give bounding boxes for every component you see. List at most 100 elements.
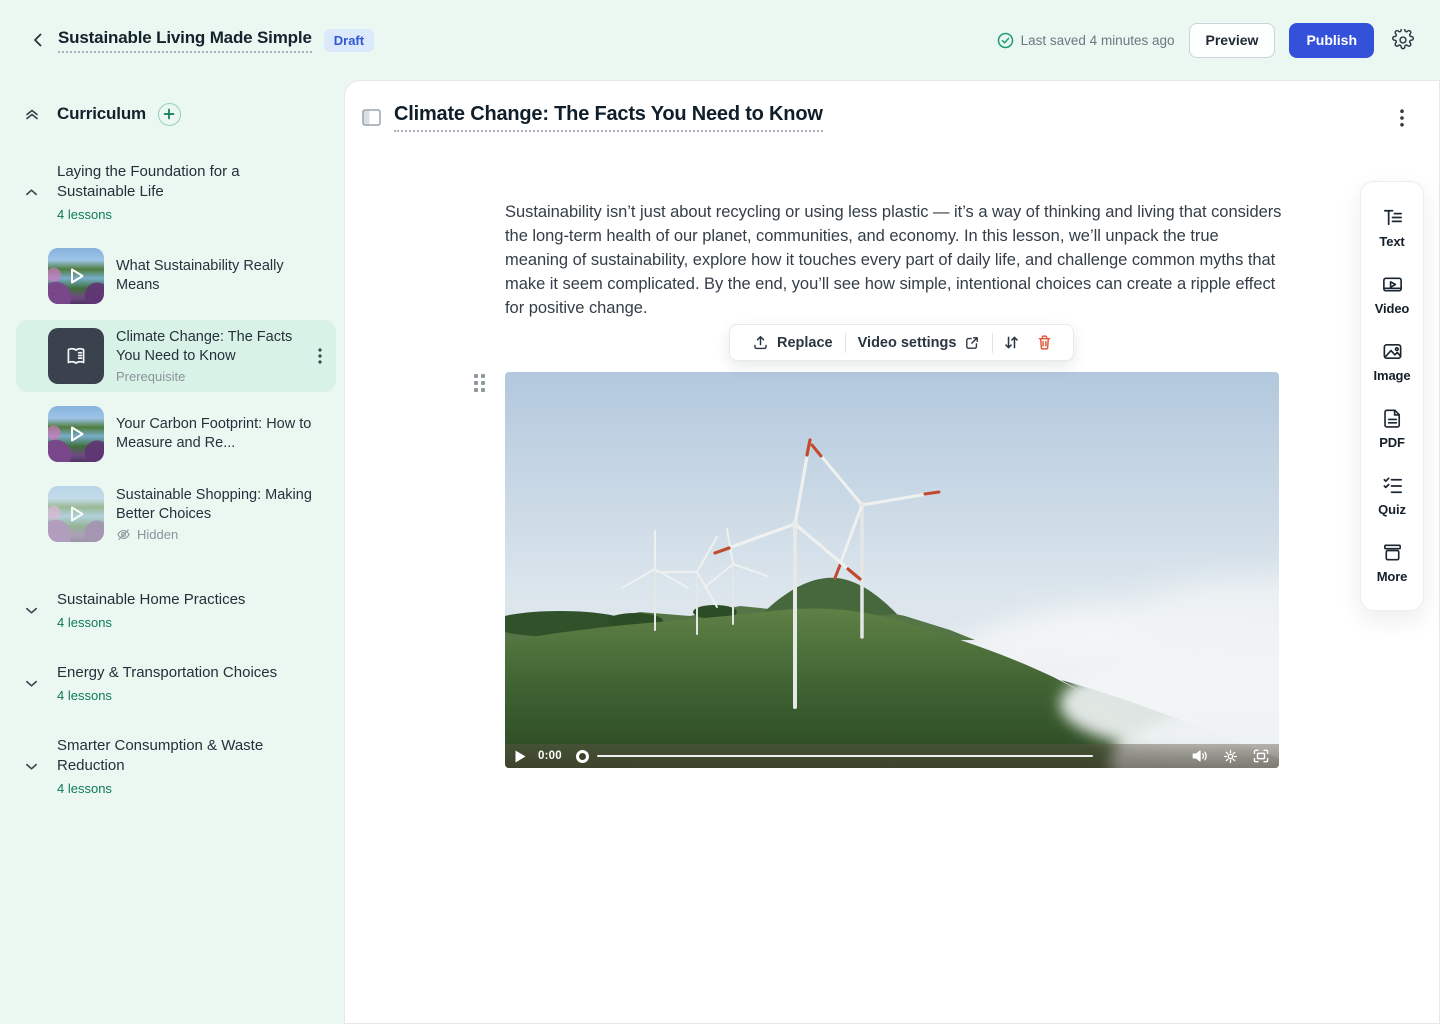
pdf-icon xyxy=(1381,407,1404,430)
quiz-icon xyxy=(1381,474,1404,497)
delete-block-button[interactable] xyxy=(1028,325,1061,360)
chevron-left-icon xyxy=(30,32,46,48)
trash-icon xyxy=(1036,334,1053,351)
lesson-video-thumbnail xyxy=(48,248,104,304)
preview-button[interactable]: Preview xyxy=(1189,23,1276,58)
toolbar-divider xyxy=(992,333,993,353)
video-player[interactable]: 0:00 xyxy=(505,372,1279,768)
lesson-title: Sustainable Shopping: Making Better Choi… xyxy=(116,486,320,524)
media-toolbar: Replace Video settings xyxy=(729,324,1074,361)
insert-pdf-button[interactable]: PDF xyxy=(1361,395,1423,462)
lesson-list: What Sustainability Really Means Climate… xyxy=(24,240,328,550)
status-badge: Draft xyxy=(324,29,374,52)
video-settings-label: Video settings xyxy=(858,335,957,351)
kebab-icon xyxy=(1400,109,1404,127)
insert-video-button[interactable]: Video xyxy=(1361,261,1423,328)
section-title: Sustainable Home Practices xyxy=(57,590,245,610)
lesson-meta: Prerequisite xyxy=(116,369,300,384)
video-settings-button[interactable]: Video settings xyxy=(848,325,991,360)
sidebar-toggle-icon[interactable] xyxy=(362,109,381,126)
curriculum-section[interactable]: Laying the Foundation for a Sustainable … xyxy=(24,162,328,222)
lesson-reading-tile xyxy=(48,328,104,384)
play-icon xyxy=(48,486,104,542)
play-button[interactable] xyxy=(515,750,526,763)
insert-quiz-label: Quiz xyxy=(1378,502,1406,517)
video-time: 0:00 xyxy=(538,750,562,762)
insert-more-label: More xyxy=(1377,569,1408,584)
save-status-text: Last saved 4 minutes ago xyxy=(1021,33,1175,48)
video-controls: 0:00 xyxy=(505,744,1279,768)
volume-button[interactable] xyxy=(1192,749,1208,763)
curriculum-section[interactable]: Energy & Transportation Choices 4 lesson… xyxy=(24,663,328,703)
kebab-icon xyxy=(318,348,322,364)
eye-off-icon xyxy=(116,527,131,542)
book-open-icon xyxy=(63,343,89,369)
chevron-down-icon[interactable] xyxy=(24,759,40,774)
scrubber-knob[interactable] xyxy=(576,750,589,763)
lesson-body-text[interactable]: Sustainability isn’t just about recyclin… xyxy=(505,200,1283,320)
fullscreen-button[interactable] xyxy=(1253,749,1269,763)
chevron-up-icon[interactable] xyxy=(24,185,40,200)
course-title[interactable]: Sustainable Living Made Simple xyxy=(58,28,312,53)
publish-button[interactable]: Publish xyxy=(1289,23,1374,58)
insert-image-button[interactable]: Image xyxy=(1361,328,1423,395)
chevron-down-icon[interactable] xyxy=(24,676,40,691)
check-circle-icon xyxy=(997,32,1014,49)
section-lesson-count: 4 lessons xyxy=(57,688,277,703)
insert-image-label: Image xyxy=(1374,368,1411,383)
insert-text-button[interactable]: Text xyxy=(1361,194,1423,261)
video-frame-windfarm xyxy=(505,372,1279,768)
section-lesson-count: 4 lessons xyxy=(57,781,287,796)
replace-video-button[interactable]: Replace xyxy=(742,325,843,360)
text-icon xyxy=(1381,206,1404,229)
insert-more-button[interactable]: More xyxy=(1361,529,1423,596)
block-drag-handle[interactable] xyxy=(474,374,485,392)
image-icon xyxy=(1381,340,1404,363)
lesson-title: Your Carbon Footprint: How to Measure an… xyxy=(116,415,320,453)
curriculum-title: Curriculum xyxy=(57,104,146,124)
chevron-down-icon[interactable] xyxy=(24,603,40,618)
add-section-button[interactable] xyxy=(158,103,181,126)
video-icon xyxy=(1381,273,1404,296)
toolbar-divider xyxy=(845,333,846,353)
sort-arrows-icon xyxy=(1003,334,1020,351)
plus-icon xyxy=(163,108,175,120)
insert-block-toolbar: Text Video Image PDF Quiz More xyxy=(1360,181,1424,611)
external-link-icon xyxy=(964,335,980,351)
insert-quiz-button[interactable]: Quiz xyxy=(1361,462,1423,529)
lesson-item-selected[interactable]: Climate Change: The Facts You Need to Kn… xyxy=(16,320,336,392)
play-icon xyxy=(48,406,104,462)
curriculum-sidebar: Curriculum Laying the Foundation for a S… xyxy=(0,80,344,1024)
curriculum-header: Curriculum xyxy=(24,100,328,128)
more-blocks-icon xyxy=(1381,541,1404,564)
gear-icon xyxy=(1392,29,1414,51)
replace-label: Replace xyxy=(777,335,833,351)
section-title: Smarter Consumption & Waste Reduction xyxy=(57,736,287,776)
curriculum-section[interactable]: Smarter Consumption & Waste Reduction 4 … xyxy=(24,736,328,796)
topbar: Sustainable Living Made Simple Draft Las… xyxy=(0,0,1440,80)
lesson-hidden-label: Hidden xyxy=(137,527,178,542)
lesson-item[interactable]: Your Carbon Footprint: How to Measure an… xyxy=(16,398,328,470)
back-button[interactable] xyxy=(24,26,52,54)
save-status: Last saved 4 minutes ago xyxy=(997,32,1175,49)
settings-button[interactable] xyxy=(1390,27,1416,53)
lesson-kebab-menu[interactable] xyxy=(312,348,328,364)
lesson-item-hidden[interactable]: Sustainable Shopping: Making Better Choi… xyxy=(16,478,328,550)
lesson-item[interactable]: What Sustainability Really Means xyxy=(16,240,328,312)
lesson-video-thumbnail xyxy=(48,486,104,542)
lesson-page-title[interactable]: Climate Change: The Facts You Need to Kn… xyxy=(394,103,823,132)
lesson-editor-panel: Climate Change: The Facts You Need to Kn… xyxy=(344,80,1440,1024)
section-title: Laying the Foundation for a Sustainable … xyxy=(57,162,287,202)
collapse-all-icon[interactable] xyxy=(24,106,40,122)
lesson-meta: Hidden xyxy=(116,527,320,542)
curriculum-section[interactable]: Sustainable Home Practices 4 lessons xyxy=(24,590,328,630)
lesson-options-menu[interactable] xyxy=(1393,109,1411,127)
section-title: Energy & Transportation Choices xyxy=(57,663,277,683)
section-lesson-count: 4 lessons xyxy=(57,615,245,630)
lesson-video-thumbnail xyxy=(48,406,104,462)
insert-video-label: Video xyxy=(1375,301,1410,316)
insert-pdf-label: PDF xyxy=(1379,435,1405,450)
progress-track[interactable] xyxy=(597,755,1093,757)
move-block-button[interactable] xyxy=(995,325,1028,360)
player-settings-button[interactable] xyxy=(1223,749,1238,764)
